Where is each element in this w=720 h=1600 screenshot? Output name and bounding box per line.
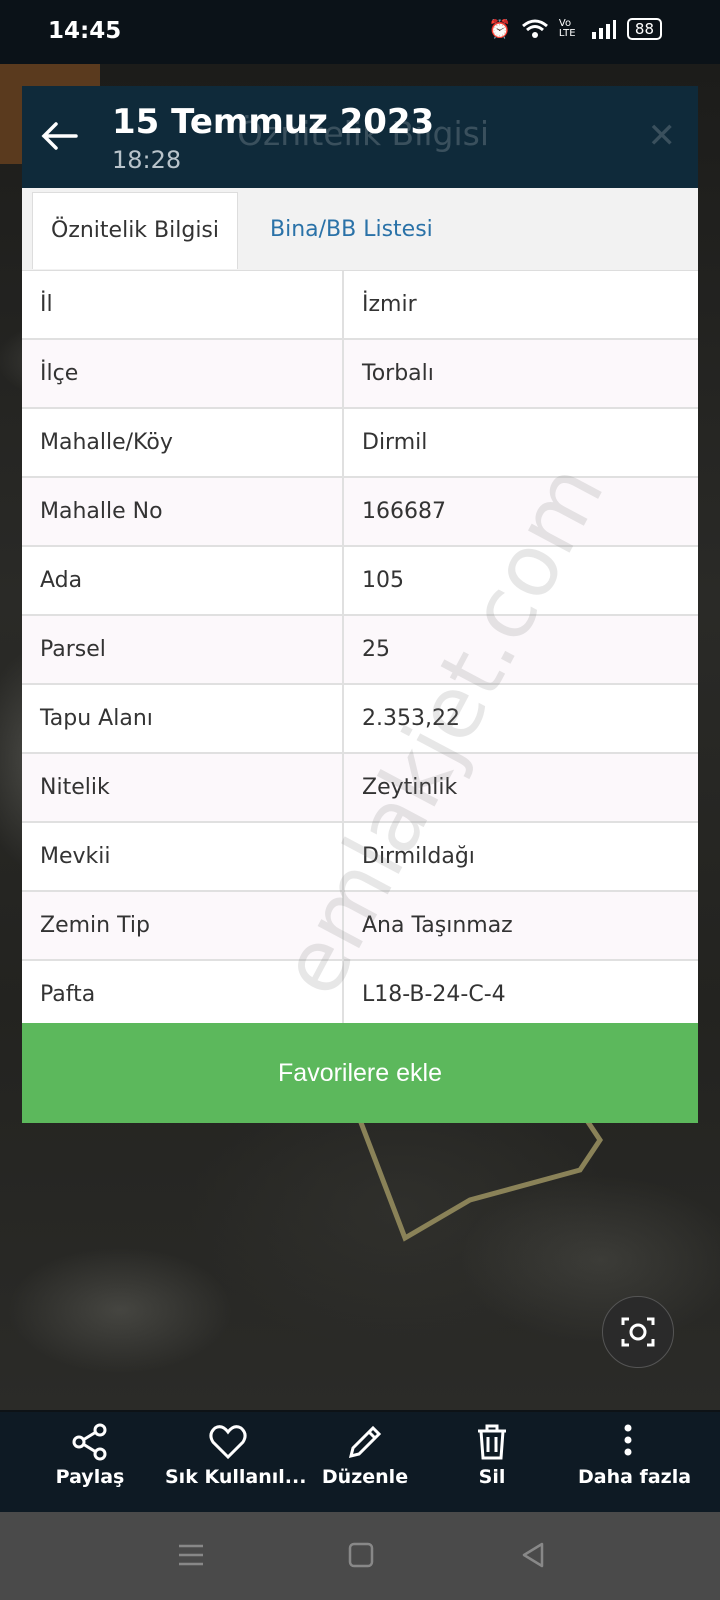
attribute-value: Dirmildağı bbox=[344, 823, 698, 890]
scan-icon bbox=[621, 1317, 655, 1347]
table-row: Mevkii Dirmildağı bbox=[22, 823, 698, 892]
back-arrow-icon[interactable] bbox=[38, 114, 82, 158]
attribute-key: Pafta bbox=[22, 961, 344, 1028]
attribute-value: Ana Taşınmaz bbox=[344, 892, 698, 959]
home-icon[interactable] bbox=[346, 1540, 376, 1570]
attribute-value: Torbalı bbox=[344, 340, 698, 407]
table-row: Ada 105 bbox=[22, 547, 698, 616]
share-icon bbox=[72, 1423, 107, 1461]
more-label: Daha fazla bbox=[578, 1466, 692, 1488]
locate-button[interactable] bbox=[602, 1296, 674, 1368]
pencil-icon bbox=[348, 1425, 382, 1459]
attribute-key: İl bbox=[22, 271, 344, 338]
battery-indicator: 88 bbox=[626, 18, 662, 40]
tab-attribute-info[interactable]: Öznitelik Bilgisi bbox=[32, 192, 239, 269]
network-type: Vo LTE bbox=[558, 18, 576, 39]
attribute-key: Zemin Tip bbox=[22, 892, 344, 959]
delete-button[interactable]: Sil bbox=[462, 1412, 522, 1512]
attribute-key: Tapu Alanı bbox=[22, 685, 344, 752]
close-icon[interactable]: ✕ bbox=[648, 116, 677, 156]
table-row: Mahalle No 166687 bbox=[22, 478, 698, 547]
menu-icon[interactable] bbox=[176, 1540, 206, 1570]
back-icon[interactable] bbox=[518, 1540, 548, 1570]
wifi-icon bbox=[521, 19, 548, 38]
frequent-label: Sık Kullanıl... bbox=[165, 1466, 307, 1488]
signal-icon bbox=[591, 20, 616, 39]
status-icons: ⏰ Vo LTE 88 bbox=[488, 18, 662, 40]
share-label: Paylaş bbox=[55, 1466, 125, 1488]
system-nav-bar bbox=[0, 1512, 720, 1600]
dialog-header: Öznitelik Bilgisi ✕ 15 Temmuz 2023 18:28 bbox=[22, 86, 698, 188]
trash-icon bbox=[478, 1424, 506, 1460]
attribute-key: Ada bbox=[22, 547, 344, 614]
edit-button[interactable]: Düzenle bbox=[320, 1412, 410, 1512]
add-to-favorites-button[interactable]: Favorilere ekle bbox=[22, 1023, 698, 1123]
more-button[interactable]: Daha fazla bbox=[578, 1412, 691, 1512]
status-time: 14:45 bbox=[48, 18, 122, 44]
attribute-key: Parsel bbox=[22, 616, 344, 683]
table-row: Nitelik Zeytinlik bbox=[22, 754, 698, 823]
table-row: Zemin Tip Ana Taşınmaz bbox=[22, 892, 698, 961]
attribute-key: Mevkii bbox=[22, 823, 344, 890]
attribute-value: Zeytinlik bbox=[344, 754, 698, 821]
attribute-table: İl İzmir İlçe Torbalı Mahalle/Köy Dirmil… bbox=[22, 271, 698, 1030]
attribute-value: İzmir bbox=[344, 271, 698, 338]
tab-bar: Öznitelik Bilgisi Bina/BB Listesi bbox=[22, 188, 698, 271]
page-subtitle: 18:28 bbox=[112, 146, 182, 174]
attribute-value: L18-B-24-C-4 bbox=[344, 961, 698, 1028]
table-row: Pafta L18-B-24-C-4 bbox=[22, 961, 698, 1030]
attribute-key: İlçe bbox=[22, 340, 344, 407]
attribute-value: 105 bbox=[344, 547, 698, 614]
attribute-key: Nitelik bbox=[22, 754, 344, 821]
table-row: Mahalle/Köy Dirmil bbox=[22, 409, 698, 478]
table-row: İlçe Torbalı bbox=[22, 340, 698, 409]
attribute-value: Dirmil bbox=[344, 409, 698, 476]
heart-icon bbox=[208, 1425, 247, 1460]
delete-label: Sil bbox=[478, 1466, 506, 1488]
table-row: İl İzmir bbox=[22, 271, 698, 340]
attribute-value: 2.353,22 bbox=[344, 685, 698, 752]
attribute-value: 166687 bbox=[344, 478, 698, 545]
page-title: 15 Temmuz 2023 bbox=[112, 102, 435, 142]
edit-label: Düzenle bbox=[321, 1466, 409, 1488]
table-row: Parsel 25 bbox=[22, 616, 698, 685]
table-row: Tapu Alanı 2.353,22 bbox=[22, 685, 698, 754]
bottom-toolbar: Paylaş Sık Kullanıl... Düzenle Sil Daha … bbox=[0, 1412, 720, 1512]
attribute-key: Mahalle No bbox=[22, 478, 344, 545]
frequent-button[interactable]: Sık Kullanıl... bbox=[165, 1412, 306, 1512]
tab-building-list[interactable]: Bina/BB Listesi bbox=[252, 192, 451, 268]
attribute-value: 25 bbox=[344, 616, 698, 683]
status-bar: 14:45 ⏰ Vo LTE 88 bbox=[0, 0, 720, 64]
share-button[interactable]: Paylaş bbox=[50, 1412, 130, 1512]
attribute-key: Mahalle/Köy bbox=[22, 409, 344, 476]
alarm-icon: ⏰ bbox=[488, 18, 511, 40]
more-vertical-icon bbox=[624, 1424, 632, 1456]
